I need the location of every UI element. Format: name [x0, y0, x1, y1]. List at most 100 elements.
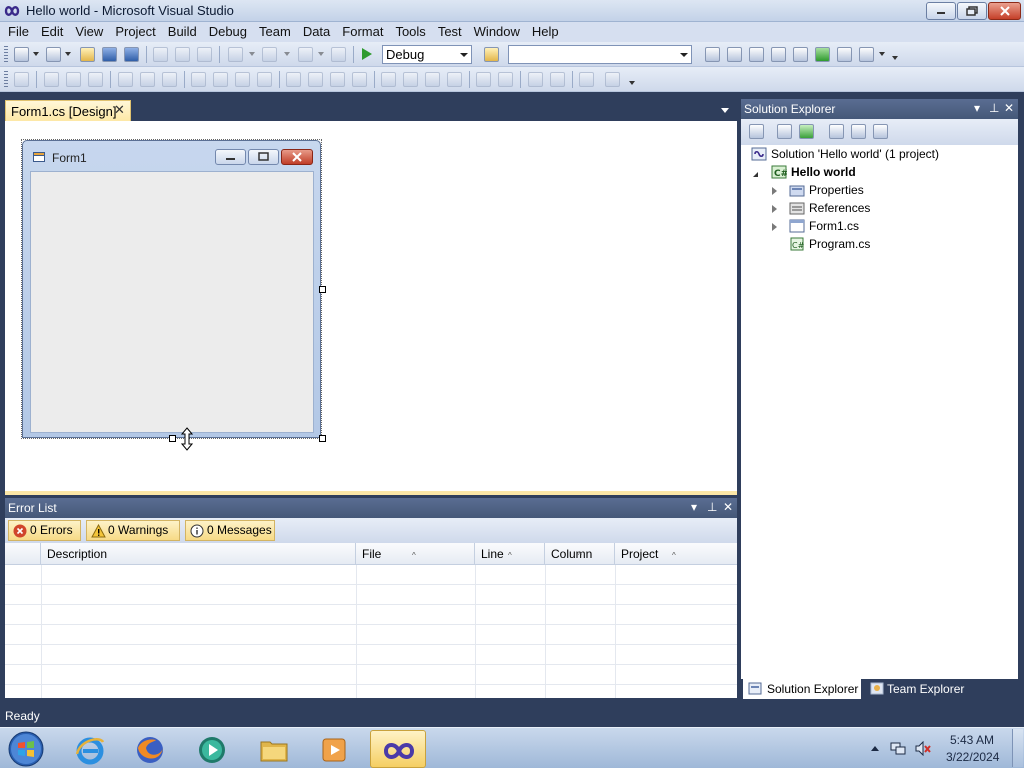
properties-window-icon[interactable]	[727, 47, 742, 62]
auto-hide-pin-icon[interactable]: ⊥	[707, 500, 717, 514]
solution-configuration-select[interactable]: Debug	[382, 45, 472, 64]
expand-arrow-icon[interactable]	[772, 223, 777, 231]
errors-filter-button[interactable]: 0 Errors	[8, 520, 81, 541]
taskbar-video-player[interactable]	[306, 730, 362, 768]
bring-to-front-icon[interactable]	[528, 72, 543, 87]
align-to-grid-icon[interactable]	[14, 72, 29, 87]
close-button[interactable]	[988, 2, 1021, 20]
tree-item-properties[interactable]: Properties	[789, 181, 864, 199]
find-combo-box[interactable]	[508, 45, 692, 64]
decrease-horizontal-spacing-icon[interactable]	[330, 72, 345, 87]
tab-team-explorer[interactable]: Team Explorer	[865, 679, 985, 699]
column-header-project[interactable]: Project ^	[615, 543, 737, 565]
solution-explorer-icon[interactable]	[705, 47, 720, 62]
column-header-line[interactable]: Line ^	[475, 543, 545, 565]
taskbar-visual-studio[interactable]	[370, 730, 426, 768]
make-vertical-spacing-equal-icon[interactable]	[381, 72, 396, 87]
collapse-arrow-icon[interactable]	[753, 172, 758, 177]
align-middles-icon[interactable]	[140, 72, 155, 87]
menu-file[interactable]: File	[2, 22, 35, 42]
find-in-files-icon[interactable]	[484, 47, 499, 62]
resize-handle-bottom[interactable]	[169, 435, 176, 442]
center-horizontally-icon[interactable]	[476, 72, 491, 87]
tree-item-form1[interactable]: Form1.cs	[789, 217, 859, 235]
make-horizontal-spacing-equal-icon[interactable]	[286, 72, 301, 87]
show-desktop-button[interactable]	[1012, 729, 1023, 767]
increase-horizontal-spacing-icon[interactable]	[308, 72, 323, 87]
copy-icon[interactable]	[175, 47, 190, 62]
designed-form[interactable]: Form1	[21, 139, 326, 451]
resize-handle-right[interactable]	[319, 286, 326, 293]
clock-date[interactable]: 3/22/2024	[946, 750, 999, 764]
menu-debug[interactable]: Debug	[203, 22, 253, 42]
taskbar-media-player[interactable]	[184, 730, 240, 768]
volume-muted-icon[interactable]	[914, 741, 932, 756]
remove-vertical-spacing-icon[interactable]	[447, 72, 462, 87]
remove-horizontal-spacing-icon[interactable]	[352, 72, 367, 87]
decrease-vertical-spacing-icon[interactable]	[425, 72, 440, 87]
open-file-icon[interactable]	[80, 47, 95, 62]
menu-build[interactable]: Build	[162, 22, 203, 42]
minimize-button[interactable]	[926, 2, 956, 20]
menu-edit[interactable]: Edit	[35, 22, 69, 42]
output-window-icon[interactable]	[837, 47, 852, 62]
menu-tools[interactable]: Tools	[389, 22, 431, 42]
menu-data[interactable]: Data	[297, 22, 336, 42]
tree-item-program[interactable]: C# Program.cs	[789, 235, 870, 253]
make-same-size-icon[interactable]	[257, 72, 272, 87]
window-position-icon[interactable]: ▾	[974, 101, 980, 115]
size-to-grid-icon[interactable]	[213, 72, 228, 87]
make-same-width-icon[interactable]	[191, 72, 206, 87]
align-rights-icon[interactable]	[88, 72, 103, 87]
save-all-icon[interactable]	[124, 47, 139, 62]
close-pane-icon[interactable]: ✕	[723, 500, 733, 514]
toolbar-options-icon[interactable]	[879, 52, 885, 56]
restore-button[interactable]	[957, 2, 987, 20]
paste-icon[interactable]	[197, 47, 212, 62]
extension-manager-icon[interactable]	[793, 47, 808, 62]
align-tops-icon[interactable]	[118, 72, 133, 87]
toolbar-grip[interactable]	[4, 71, 8, 88]
messages-filter-button[interactable]: 0 Messages	[185, 520, 275, 541]
column-header-file[interactable]: File ^	[356, 543, 475, 565]
undo-dropdown-icon[interactable]	[249, 52, 255, 56]
navigate-backward-icon[interactable]	[298, 47, 313, 62]
save-icon[interactable]	[102, 47, 117, 62]
new-project-dropdown-icon[interactable]	[33, 52, 39, 56]
start-debugging-icon[interactable]	[362, 48, 372, 60]
tab-solution-explorer[interactable]: Solution Explorer	[743, 679, 861, 699]
taskbar-firefox[interactable]	[122, 730, 178, 768]
cut-icon[interactable]	[153, 47, 168, 62]
menu-window[interactable]: Window	[468, 22, 526, 42]
expand-arrow-icon[interactable]	[772, 187, 777, 195]
toolbar-overflow-icon[interactable]	[892, 56, 898, 60]
form-client-area[interactable]	[30, 171, 314, 433]
align-lefts-icon[interactable]	[44, 72, 59, 87]
network-icon[interactable]	[890, 741, 906, 756]
show-all-files-icon[interactable]	[777, 124, 792, 139]
navigate-backward-dropdown-icon[interactable]	[318, 52, 324, 56]
new-project-icon[interactable]	[14, 47, 29, 62]
increase-vertical-spacing-icon[interactable]	[403, 72, 418, 87]
window-position-icon[interactable]: ▾	[691, 500, 697, 514]
clock-time[interactable]: 5:43 AM	[950, 733, 994, 747]
tree-item-references[interactable]: References	[789, 199, 870, 217]
view-class-diagram-icon[interactable]	[873, 124, 888, 139]
taskbar-file-explorer[interactable]	[246, 730, 302, 768]
taskbar-internet-explorer[interactable]	[62, 730, 118, 768]
properties-icon[interactable]	[749, 124, 764, 139]
view-designer-icon[interactable]	[851, 124, 866, 139]
make-same-height-icon[interactable]	[235, 72, 250, 87]
send-to-back-icon[interactable]	[550, 72, 565, 87]
column-header-icon[interactable]	[5, 543, 41, 565]
menu-test[interactable]: Test	[432, 22, 468, 42]
close-pane-icon[interactable]: ✕	[1004, 101, 1014, 115]
refresh-icon[interactable]	[799, 124, 814, 139]
lock-controls-icon[interactable]	[605, 72, 620, 87]
align-centers-icon[interactable]	[66, 72, 81, 87]
tree-item-solution[interactable]: Solution 'Hello world' (1 project)	[751, 145, 939, 163]
align-bottoms-icon[interactable]	[162, 72, 177, 87]
redo-dropdown-icon[interactable]	[284, 52, 290, 56]
column-header-description[interactable]: Description	[41, 543, 356, 565]
toolbar-grip[interactable]	[4, 46, 8, 63]
